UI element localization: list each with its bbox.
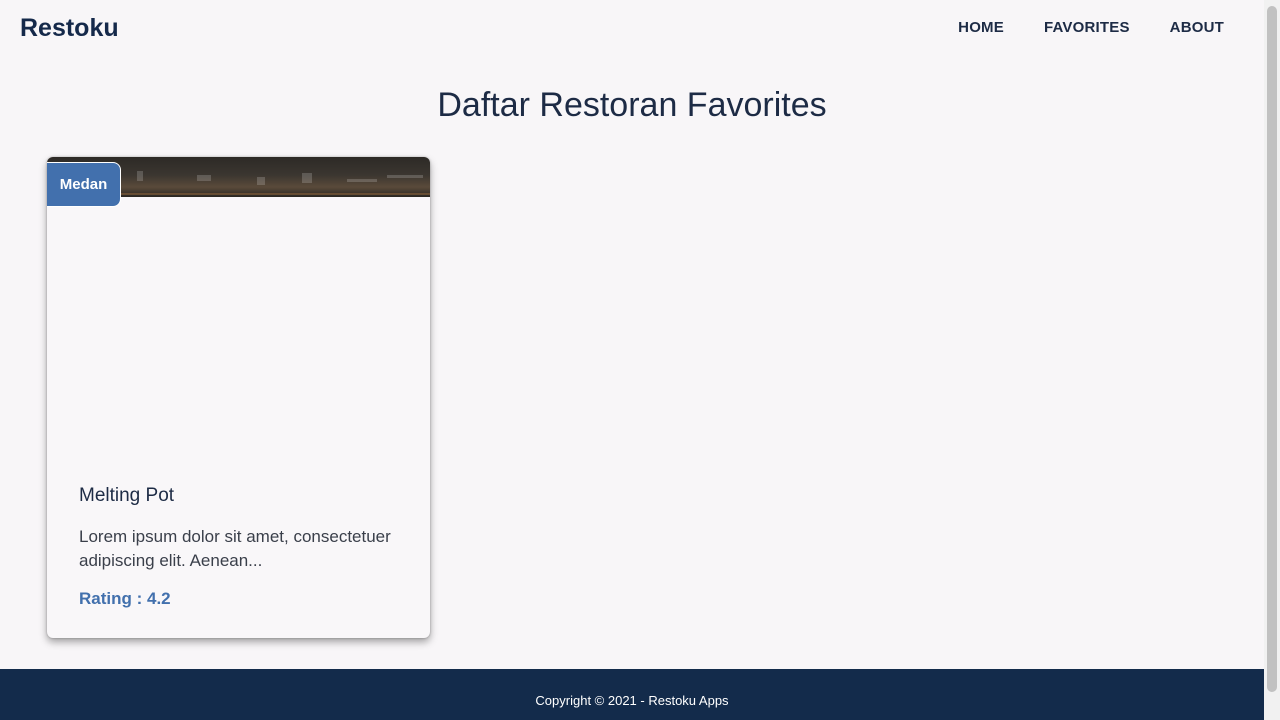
main-nav: HOME FAVORITES ABOUT <box>958 19 1224 36</box>
card-body: Melting Pot Lorem ipsum dolor sit amet, … <box>79 485 409 609</box>
app-bar: Restoku HOME FAVORITES ABOUT <box>0 0 1264 58</box>
nav-about[interactable]: ABOUT <box>1170 19 1224 36</box>
footer: Copyright © 2021 - Restoku Apps <box>0 669 1264 720</box>
scrollbar[interactable] <box>1264 0 1280 720</box>
copyright-text: Copyright © 2021 - Restoku Apps <box>535 693 729 708</box>
nav-favorites[interactable]: FAVORITES <box>1044 19 1130 36</box>
city-badge: Medan <box>47 162 121 207</box>
restaurant-description: Lorem ipsum dolor sit amet, consectetuer… <box>79 527 391 570</box>
restaurant-rating: Rating : 4.2 <box>79 589 171 608</box>
restaurant-card[interactable]: Medan Melting Pot Lorem ipsum dolor sit … <box>47 157 430 638</box>
viewport: Restoku HOME FAVORITES ABOUT Daftar Rest… <box>0 0 1264 720</box>
page: Restoku HOME FAVORITES ABOUT Daftar Rest… <box>0 0 1280 720</box>
scrollbar-thumb[interactable] <box>1267 6 1277 692</box>
restaurant-name[interactable]: Melting Pot <box>79 485 409 507</box>
nav-home[interactable]: HOME <box>958 19 1004 36</box>
brand-logo[interactable]: Restoku <box>20 14 119 43</box>
page-title: Daftar Restoran Favorites <box>437 86 827 124</box>
